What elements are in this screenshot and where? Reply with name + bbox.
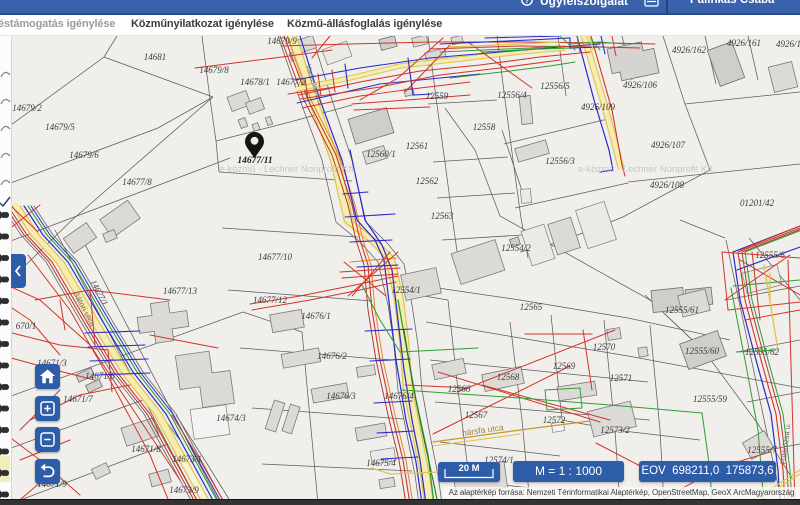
svg-text:14676/3: 14676/3 xyxy=(326,391,356,401)
svg-text:4926/107: 4926/107 xyxy=(651,140,686,150)
svg-text:14677/8: 14677/8 xyxy=(122,177,152,187)
svg-text:12571: 12571 xyxy=(610,373,633,383)
svg-text:12559: 12559 xyxy=(426,91,449,101)
svg-text:14681: 14681 xyxy=(144,52,167,62)
svg-text:14677/13: 14677/13 xyxy=(163,286,198,296)
svg-text:14673/1: 14673/1 xyxy=(172,454,202,464)
svg-text:12555/7: 12555/7 xyxy=(747,445,777,455)
svg-text:12556/5: 12556/5 xyxy=(540,81,570,91)
svg-text:14671/7: 14671/7 xyxy=(63,394,93,404)
svg-text:12555/59: 12555/59 xyxy=(693,394,728,404)
svg-text:14671/6: 14671/6 xyxy=(85,371,115,381)
svg-text:12556/3: 12556/3 xyxy=(545,156,575,166)
svg-text:12566: 12566 xyxy=(448,384,471,394)
svg-text:12569: 12569 xyxy=(553,361,576,371)
svg-text:12555/62: 12555/62 xyxy=(745,347,780,357)
svg-text:01201/42: 01201/42 xyxy=(740,198,775,208)
svg-text:14679/6: 14679/6 xyxy=(69,150,99,160)
svg-text:12556/4: 12556/4 xyxy=(497,90,527,100)
svg-text:14676/1: 14676/1 xyxy=(301,311,331,321)
svg-text:12561: 12561 xyxy=(406,141,429,151)
svg-text:670/1: 670/1 xyxy=(16,321,37,331)
svg-text:14679/9: 14679/9 xyxy=(267,36,297,46)
svg-text:14679/2: 14679/2 xyxy=(12,103,42,113)
svg-text:12555/6: 12555/6 xyxy=(755,250,785,260)
svg-text:12560/1: 12560/1 xyxy=(366,149,396,159)
svg-text:4926/106: 4926/106 xyxy=(623,80,658,90)
svg-text:12568: 12568 xyxy=(497,372,520,382)
svg-text:12565: 12565 xyxy=(520,302,543,312)
svg-text:12567: 12567 xyxy=(465,410,488,420)
svg-text:e-közmű - Lechner Nonprofit Kf: e-közmű - Lechner Nonprofit Kft. xyxy=(578,164,715,175)
svg-text:14677/2: 14677/2 xyxy=(276,77,306,87)
svg-text:14677/12: 14677/12 xyxy=(253,295,288,305)
svg-text:4926/109: 4926/109 xyxy=(581,102,616,112)
svg-text:14676/2: 14676/2 xyxy=(317,351,347,361)
svg-text:14679/8: 14679/8 xyxy=(199,65,229,75)
svg-text:14679/5: 14679/5 xyxy=(45,122,75,132)
svg-text:12572: 12572 xyxy=(543,415,566,425)
svg-text:4926/161: 4926/161 xyxy=(727,38,761,48)
svg-text:4926/108: 4926/108 xyxy=(650,180,685,190)
svg-text:12573/2: 12573/2 xyxy=(600,425,630,435)
svg-text:12554/1: 12554/1 xyxy=(391,285,421,295)
svg-text:14674/3: 14674/3 xyxy=(216,413,246,423)
svg-text:14675/4: 14675/4 xyxy=(366,458,396,468)
svg-text:14676/4: 14676/4 xyxy=(384,391,414,401)
svg-text:4926/162: 4926/162 xyxy=(672,45,707,55)
svg-text:14677/10: 14677/10 xyxy=(258,252,293,262)
svg-text:14671/8: 14671/8 xyxy=(131,444,161,454)
svg-text:12563: 12563 xyxy=(431,211,454,221)
svg-text:12555/61: 12555/61 xyxy=(665,305,699,315)
svg-text:12570: 12570 xyxy=(593,342,616,352)
svg-text:?: ? xyxy=(525,0,530,5)
svg-text:12555/60: 12555/60 xyxy=(685,346,720,356)
svg-text:14678/1: 14678/1 xyxy=(240,77,270,87)
svg-text:12562: 12562 xyxy=(416,176,439,186)
svg-text:12558: 12558 xyxy=(473,122,496,132)
svg-text:4926/163: 4926/163 xyxy=(776,39,800,49)
svg-text:14673/9: 14673/9 xyxy=(169,485,199,495)
svg-text:12554/2: 12554/2 xyxy=(501,243,531,253)
